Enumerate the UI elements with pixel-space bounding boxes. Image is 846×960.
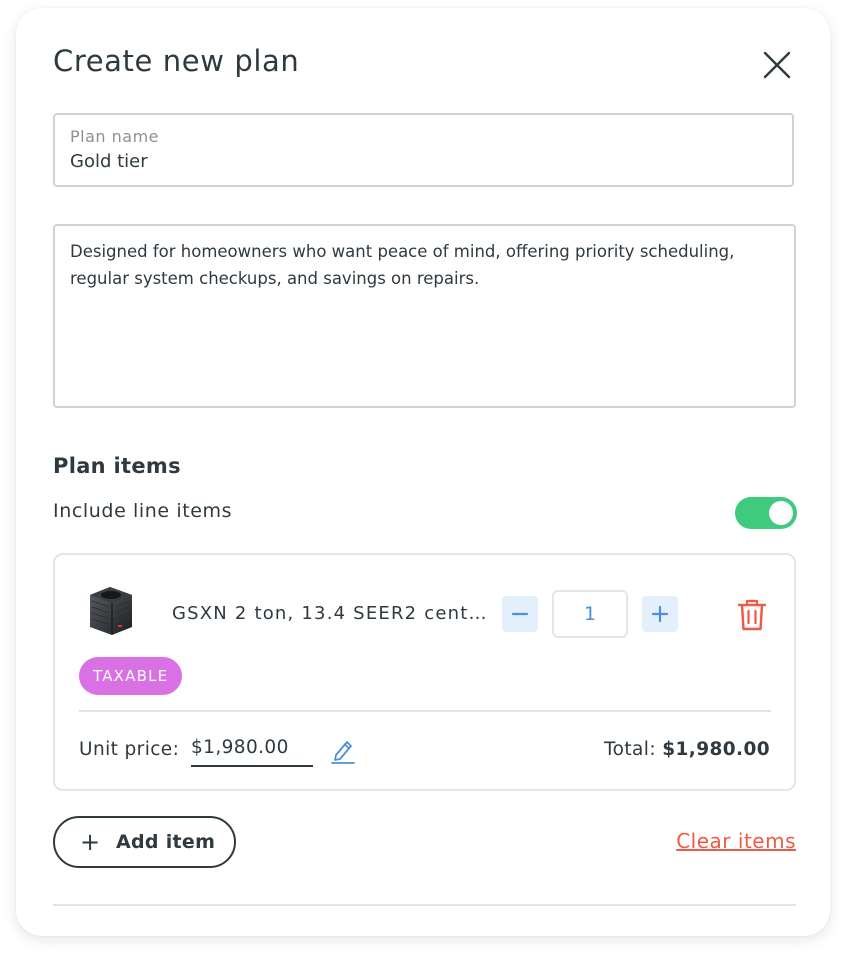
description-field: Designed for homeowners who want peace o… bbox=[53, 224, 796, 408]
trash-icon bbox=[737, 599, 767, 631]
clear-items-link[interactable]: Clear items bbox=[676, 829, 796, 853]
total-label: Total: bbox=[604, 739, 656, 760]
plan-name-label: Plan name bbox=[70, 127, 159, 146]
total-value: $1,980.00 bbox=[662, 739, 770, 760]
edit-unit-price-button[interactable] bbox=[330, 736, 356, 764]
toggle-knob bbox=[769, 501, 793, 525]
minus-icon bbox=[511, 612, 529, 616]
plus-icon bbox=[651, 605, 669, 623]
plan-item-card: GSXN 2 ton, 13.4 SEER2 central air condi… bbox=[53, 553, 796, 791]
air-conditioner-product-image bbox=[90, 587, 132, 635]
quantity-increment-button[interactable] bbox=[642, 596, 678, 632]
close-icon bbox=[763, 51, 791, 79]
create-plan-dialog: Create new plan Plan name Designed for h… bbox=[16, 8, 830, 936]
pencil-icon bbox=[331, 741, 355, 764]
description-textarea[interactable]: Designed for homeowners who want peace o… bbox=[70, 238, 770, 388]
item-divider bbox=[79, 710, 771, 712]
plus-icon: + bbox=[80, 828, 101, 856]
plan-name-field: Plan name bbox=[53, 113, 794, 187]
dialog-title: Create new plan bbox=[53, 44, 300, 78]
add-item-button[interactable]: + Add item bbox=[53, 816, 236, 868]
unit-price-label: Unit price: bbox=[79, 739, 180, 760]
quantity-input[interactable] bbox=[552, 590, 628, 638]
unit-price-value[interactable]: $1,980.00 bbox=[191, 737, 313, 767]
item-total: Total: $1,980.00 bbox=[604, 739, 770, 760]
item-name: GSXN 2 ton, 13.4 SEER2 central air condi… bbox=[172, 603, 487, 624]
plan-name-input[interactable] bbox=[70, 151, 770, 172]
include-line-items-label: Include line items bbox=[53, 500, 233, 522]
include-line-items-toggle[interactable] bbox=[735, 497, 797, 529]
taxable-badge: TAXABLE bbox=[79, 657, 183, 695]
add-item-label: Add item bbox=[116, 831, 216, 853]
quantity-decrement-button[interactable] bbox=[502, 596, 538, 632]
delete-item-button[interactable] bbox=[735, 597, 769, 633]
close-button[interactable] bbox=[760, 48, 794, 82]
plan-items-heading: Plan items bbox=[53, 454, 181, 478]
footer-divider bbox=[53, 904, 796, 906]
